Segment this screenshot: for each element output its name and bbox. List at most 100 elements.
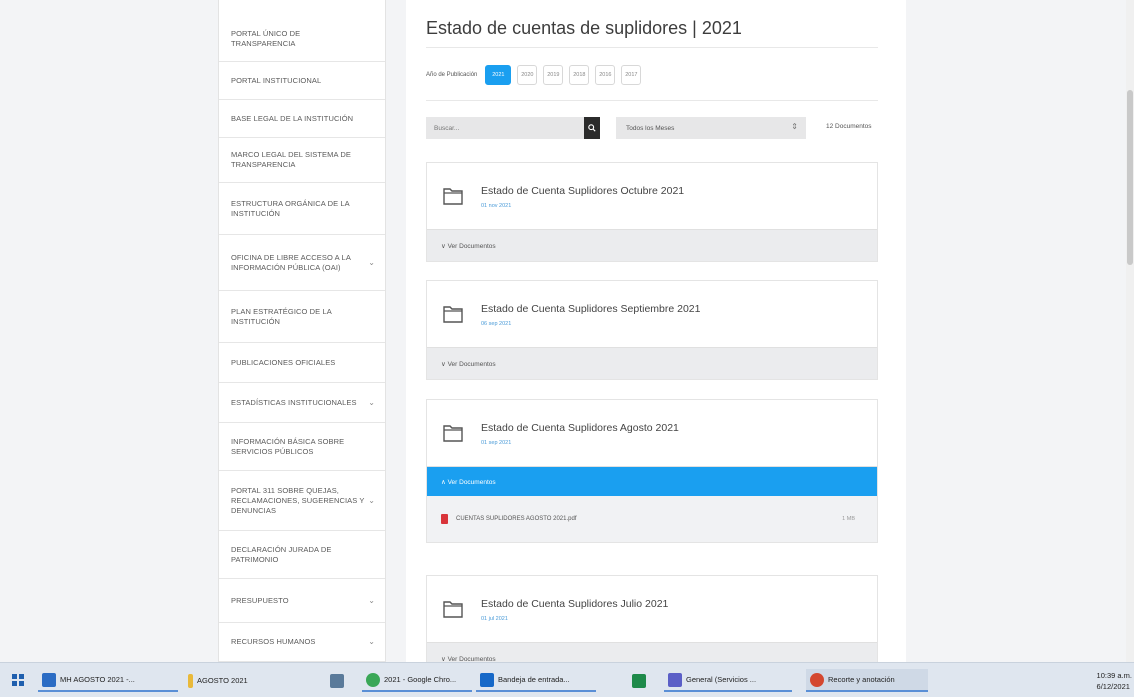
card-header[interactable]: Estado de Cuenta Suplidores Julio 2021 0… <box>427 576 877 642</box>
search-input[interactable] <box>426 117 584 139</box>
sidebar-item-label: ESTADÍSTICAS INSTITUCIONALES <box>231 397 357 407</box>
sidebar-item-presupuesto[interactable]: PRESUPUESTO ⌄ <box>219 579 385 623</box>
sidebar-item-estructura-organica[interactable]: ESTRUCTURA ORGÁNICA DE LA INSTITUCIÓN <box>219 183 385 235</box>
card-title[interactable]: Estado de Cuenta Suplidores Julio 2021 <box>481 598 668 610</box>
sidebar-item-declaracion-jurada[interactable]: DECLARACIÓN JURADA DE PATRIMONIO <box>219 531 385 579</box>
sidebar-item-oai[interactable]: OFICINA DE LIBRE ACCESO A LA INFORMACIÓN… <box>219 235 385 291</box>
sidebar-item-label: INFORMACIÓN BÁSICA SOBRE SERVICIOS PÚBLI… <box>231 436 345 456</box>
word-app-icon <box>42 672 56 687</box>
system-clock[interactable]: 10:39 a.m. 6/12/2021 <box>1097 670 1132 692</box>
sidebar-item-label: DECLARACIÓN JURADA DE PATRIMONIO <box>231 544 332 564</box>
taskbar-item-calculator[interactable] <box>326 669 348 692</box>
taskbar-item-label: 2021 - Google Chro... <box>384 675 457 684</box>
year-filter-label: Año de Publicación <box>426 72 478 78</box>
view-documents-toggle[interactable]: ∨ Ver Documentos <box>427 347 877 379</box>
taskbar-item-mh-agosto[interactable]: MH AGOSTO 2021 -... <box>38 669 178 692</box>
document-row[interactable]: CUENTAS SUPLIDORES AGOSTO 2021.pdf 1 MB <box>427 496 877 542</box>
month-select-value: Todos los Meses <box>626 124 675 132</box>
card-date: 01 jul 2021 <box>481 616 508 622</box>
clock-time: 10:39 a.m. <box>1096 671 1132 680</box>
card-date: 01 nov 2021 <box>481 203 512 209</box>
document-size: 1 MB <box>842 516 855 522</box>
sidebar-item-portal-311[interactable]: PORTAL 311 SOBRE QUEJAS, RECLAMACIONES, … <box>219 471 385 531</box>
page-title: Estado de cuentas de suplidores | 2021 <box>426 18 742 38</box>
taskbar-item-label: General (Servicios ... <box>686 675 757 684</box>
sidebar-item-label: ESTRUCTURA ORGÁNICA DE LA INSTITUCIÓN <box>231 198 350 218</box>
taskbar-item-snip[interactable]: Recorte y anotación <box>806 669 928 692</box>
document-link[interactable]: CUENTAS SUPLIDORES AGOSTO 2021.pdf <box>456 516 577 522</box>
taskbar-item-chrome[interactable]: 2021 - Google Chro... <box>362 669 472 692</box>
outlook-app-icon <box>480 672 494 687</box>
card-title[interactable]: Estado de Cuenta Suplidores Agosto 2021 <box>481 422 679 434</box>
search-icon <box>588 124 596 132</box>
year-button-2016[interactable]: 2016 <box>595 65 616 85</box>
month-select[interactable]: Todos los Meses ⇕ <box>616 117 806 139</box>
divider <box>426 100 878 101</box>
view-documents-toggle[interactable]: ∨ Ver Documentos <box>427 642 877 662</box>
sidebar-item-label: PUBLICACIONES OFICIALES <box>231 357 336 367</box>
taskbar-item-teams[interactable]: General (Servicios ... <box>664 669 792 692</box>
calculator-app-icon <box>330 673 344 688</box>
document-card: Estado de Cuenta Suplidores Julio 2021 0… <box>426 575 878 662</box>
page-scrollbar[interactable] <box>1126 0 1134 662</box>
document-card: Estado de Cuenta Suplidores Agosto 2021 … <box>426 399 878 543</box>
year-button-2017[interactable]: 2017 <box>621 65 642 85</box>
year-button-2019[interactable]: 2019 <box>543 65 564 85</box>
card-title[interactable]: Estado de Cuenta Suplidores Septiembre 2… <box>481 303 700 315</box>
year-button-2020[interactable]: 2020 <box>517 65 538 85</box>
taskbar-item-label: MH AGOSTO 2021 -... <box>60 675 135 684</box>
taskbar-item-label: AGOSTO 2021 <box>197 676 248 685</box>
sidebar-item-marco-legal[interactable]: MARCO LEGAL DEL SISTEMA DE TRANSPARENCIA <box>219 138 385 183</box>
card-title[interactable]: Estado de Cuenta Suplidores Octubre 2021 <box>481 185 684 197</box>
year-button-2018[interactable]: 2018 <box>569 65 590 85</box>
sidebar-item-label: BASE LEGAL DE LA INSTITUCIÓN <box>231 113 354 123</box>
sidebar-item-label: OFICINA DE LIBRE ACCESO A LA INFORMACIÓN… <box>231 252 351 272</box>
year-button-2021[interactable]: 2021 <box>485 65 512 85</box>
sidebar-item-base-legal[interactable]: BASE LEGAL DE LA INSTITUCIÓN <box>219 100 385 138</box>
sidebar-item-label: RECURSOS HUMANOS <box>231 637 316 646</box>
taskbar-item-agosto-folder[interactable]: AGOSTO 2021 <box>184 669 274 692</box>
sidebar-item-label: PRESUPUESTO <box>231 595 289 605</box>
sidebar-item-portal-institucional[interactable]: PORTAL INSTITUCIONAL <box>219 62 385 100</box>
view-documents-toggle[interactable]: ∨ Ver Documentos <box>427 229 877 261</box>
sidebar-item-portal-unico[interactable]: PORTAL ÚNICO DE TRANSPARENCIA <box>219 16 385 62</box>
folder-icon <box>443 188 463 205</box>
card-date: 06 sep 2021 <box>481 321 512 327</box>
chevron-down-icon: ⌄ <box>368 397 375 407</box>
folder-app-icon <box>188 673 193 688</box>
card-header[interactable]: Estado de Cuenta Suplidores Octubre 2021… <box>427 163 877 229</box>
year-filter: Año de Publicación 2021 2020 2019 2018 2… <box>426 64 642 86</box>
card-date: 01 sep 2021 <box>481 440 512 446</box>
sidebar-item-label: PORTAL ÚNICO DE TRANSPARENCIA <box>231 28 301 48</box>
sidebar-item-label: MARCO LEGAL DEL SISTEMA DE TRANSPARENCIA <box>231 150 351 169</box>
sidebar-item-label: PORTAL INSTITUCIONAL <box>231 75 322 85</box>
sidebar-item-recursos-humanos[interactable]: RECURSOS HUMANOS ⌄ <box>219 623 385 662</box>
document-card: Estado de Cuenta Suplidores Octubre 2021… <box>426 162 878 262</box>
sidebar-nav: PORTAL ÚNICO DE TRANSPARENCIA PORTAL INS… <box>218 0 386 662</box>
scrollbar-thumb[interactable] <box>1127 90 1133 265</box>
filter-bar: Todos los Meses ⇕ 12 Documentos <box>426 117 886 139</box>
main-content: Estado de cuentas de suplidores | 2021 A… <box>406 0 906 662</box>
card-header[interactable]: Estado de Cuenta Suplidores Septiembre 2… <box>427 281 877 347</box>
taskbar-item-outlook[interactable]: Bandeja de entrada... <box>476 669 596 692</box>
clock-date: 6/12/2021 <box>1096 682 1130 691</box>
taskbar-item-label: Bandeja de entrada... <box>498 675 570 684</box>
windows-start-icon[interactable] <box>12 674 24 686</box>
chrome-app-icon <box>366 672 380 687</box>
folder-icon <box>443 425 463 442</box>
sidebar-item-publicaciones-oficiales[interactable]: PUBLICACIONES OFICIALES <box>219 343 385 383</box>
chevron-down-icon: ⌄ <box>368 257 375 267</box>
card-header[interactable]: Estado de Cuenta Suplidores Agosto 2021 … <box>427 400 877 466</box>
chevron-down-icon: ⌄ <box>368 495 375 505</box>
sidebar-item-informacion-basica[interactable]: INFORMACIÓN BÁSICA SOBRE SERVICIOS PÚBLI… <box>219 423 385 471</box>
view-documents-toggle[interactable]: ∧ Ver Documentos <box>427 466 877 496</box>
taskbar-item-excel[interactable] <box>628 669 650 692</box>
pdf-file-icon <box>441 514 448 524</box>
select-arrows-icon: ⇕ <box>791 122 798 131</box>
sidebar-item-estadisticas[interactable]: ESTADÍSTICAS INSTITUCIONALES ⌄ <box>219 383 385 423</box>
windows-taskbar: MH AGOSTO 2021 -... AGOSTO 2021 2021 - G… <box>0 662 1134 697</box>
sidebar-item-plan-estrategico[interactable]: PLAN ESTRATÉGICO DE LA INSTITUCIÓN <box>219 291 385 343</box>
search-button[interactable] <box>584 117 600 139</box>
excel-app-icon <box>632 673 646 688</box>
snip-sketch-app-icon <box>810 672 824 687</box>
